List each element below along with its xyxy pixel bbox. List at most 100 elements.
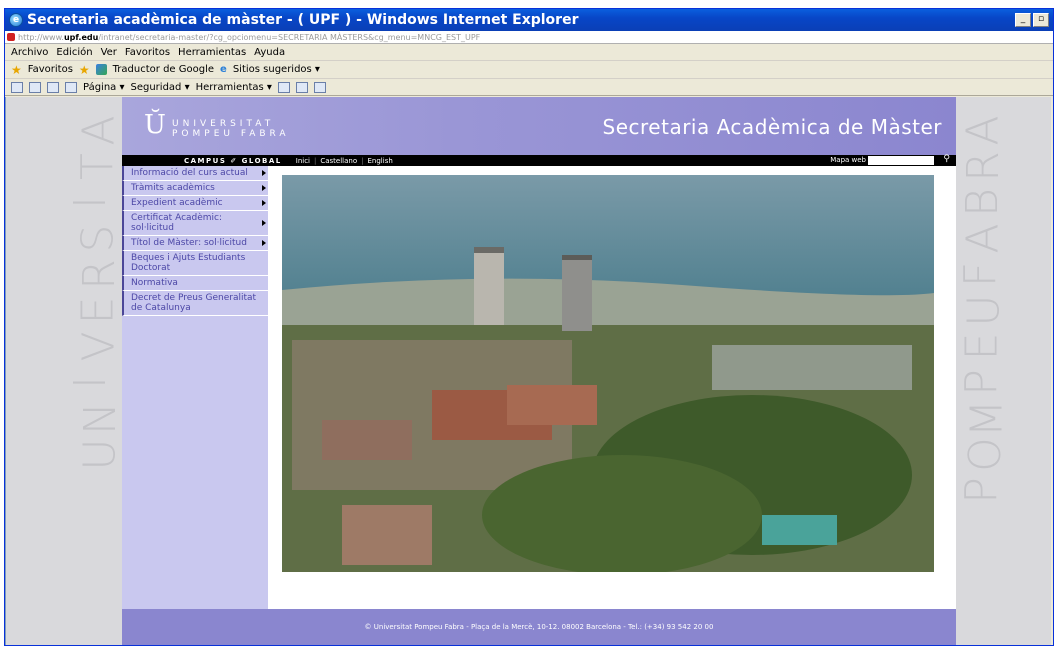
mail-icon[interactable] — [47, 81, 59, 93]
background-letter: T — [71, 153, 123, 180]
window-title: Secretaria acadèmica de màster - ( UPF )… — [27, 12, 579, 28]
sidebar-item[interactable]: Decret de Preus Generalitat de Catalunya — [122, 291, 268, 316]
address-bar[interactable]: http://www. upf.edu /intranet/secretaria… — [5, 31, 1053, 44]
search-icon[interactable]: ⚲ — [943, 154, 950, 164]
security-menu[interactable]: Seguridad ▾ — [131, 82, 190, 93]
nav-castellano[interactable]: Castellano — [320, 157, 357, 165]
nav-separator: | — [314, 156, 317, 165]
photo-illustration — [282, 175, 934, 572]
address-host: upf.edu — [63, 32, 99, 42]
add-favorite-icon[interactable]: ★ — [79, 63, 90, 77]
sidebar-item-label: Certificat Acadèmic: sol·licitud — [131, 213, 223, 233]
home-icon[interactable] — [11, 81, 23, 93]
background-letter: N — [74, 402, 126, 435]
logo-line2: POMPEU FABRA — [172, 129, 290, 139]
logo-line1: UNIVERSITAT — [172, 119, 275, 129]
maximize-button[interactable]: ▫ — [1033, 13, 1049, 27]
upf-logo-icon: Ŭ — [144, 110, 166, 140]
sidebar-item[interactable]: Títol de Màster: sol·licitud — [122, 236, 268, 251]
barcelona-aerial-photo — [282, 175, 934, 572]
sidebar-item[interactable]: Tràmits acadèmics — [122, 181, 268, 196]
background-letter: I — [64, 196, 116, 209]
background-letter: B — [956, 188, 1008, 217]
sidebar-item[interactable]: Certificat Acadèmic: sol·licitud — [122, 211, 268, 236]
background-letter: V — [73, 331, 125, 362]
tools-menu[interactable]: Herramientas ▾ — [196, 82, 272, 93]
background-letter: F — [955, 261, 1007, 288]
background-letter: P — [955, 477, 1007, 504]
background-letter: R — [957, 151, 1009, 182]
print-icon[interactable] — [65, 81, 77, 93]
minimize-button[interactable]: _ — [1015, 13, 1031, 27]
background-letter: M — [961, 399, 1013, 438]
nav-separator: | — [361, 156, 364, 165]
menu-edicion[interactable]: Edición — [56, 47, 92, 58]
upf-logo[interactable]: Ŭ UNIVERSITAT POMPEU FABRA — [144, 107, 290, 143]
search-input[interactable] — [868, 156, 934, 165]
back-icon[interactable] — [313, 81, 326, 93]
campus-global-link[interactable]: CAMPUS ✐ GLOBAL — [184, 157, 282, 165]
background-letter: P — [955, 369, 1007, 396]
submenu-arrow-icon — [262, 185, 266, 191]
favorites-button[interactable]: Favoritos — [28, 64, 73, 75]
title-bar[interactable]: e Secretaria acadèmica de màster - ( UPF… — [5, 9, 1053, 31]
sidebar-item[interactable]: Normativa — [122, 276, 268, 291]
menu-favoritos[interactable]: Favoritos — [125, 47, 170, 58]
page-menu[interactable]: Página ▾ — [83, 82, 125, 93]
background-letter: I — [64, 376, 116, 389]
sidebar-item-label: Normativa — [131, 278, 178, 288]
sidebar-item-label: Tràmits acadèmics — [131, 183, 215, 193]
address-path: /intranet/secretaria-master/?cg_opciomen… — [98, 32, 481, 42]
menu-archivo[interactable]: Archivo — [11, 47, 48, 58]
browser-window: e Secretaria acadèmica de màster - ( UPF… — [4, 8, 1054, 646]
feeds-icon[interactable] — [29, 81, 41, 93]
background-letter: A — [957, 115, 1009, 146]
background-letter: U — [74, 438, 126, 471]
sidebar-item[interactable]: Beques i Ajuts Estudiants Doctorat — [122, 251, 268, 276]
background-letter: U — [958, 294, 1010, 327]
page-viewport: ATISREVINU ARBAFUEPMOP Ŭ UNIVERSITAT POM… — [5, 97, 1051, 645]
background-letter: O — [959, 437, 1011, 472]
sidebar-item[interactable]: Expedient acadèmic — [122, 196, 268, 211]
page-icon — [7, 33, 15, 41]
favorites-star-icon[interactable]: ★ — [11, 63, 22, 77]
command-bar: Página ▾ Seguridad ▾ Herramientas ▾ — [5, 79, 1053, 96]
submenu-arrow-icon — [262, 220, 266, 226]
ie-icon: e — [9, 13, 23, 27]
sidebar-item-label: Títol de Màster: sol·licitud — [131, 238, 247, 248]
submenu-arrow-icon — [262, 200, 266, 206]
google-translate-icon — [95, 64, 107, 75]
sidebar-menu: Informació del curs actual Tràmits acadèm… — [122, 166, 268, 609]
sidebar-item-label: Decret de Preus Generalitat de Catalunya — [131, 293, 257, 313]
submenu-arrow-icon — [262, 240, 266, 246]
suggested-sites-link[interactable]: Sitios sugeridos ▾ — [233, 64, 320, 75]
sidebar-item-label: Expedient acadèmic — [131, 198, 223, 208]
suggested-sites-icon: e — [220, 64, 227, 75]
nav-english[interactable]: English — [368, 157, 393, 165]
background-letter: A — [957, 223, 1009, 254]
mapa-web-link[interactable]: Mapa web — [830, 156, 866, 164]
sidebar-item-label: Beques i Ajuts Estudiants Doctorat — [131, 253, 246, 273]
favorites-bar: ★ Favoritos ★ Traductor de Google e Siti… — [5, 61, 1053, 79]
page-content: Ŭ UNIVERSITAT POMPEU FABRA Secretaria Ac… — [122, 97, 956, 645]
background-letter: E — [956, 332, 1008, 361]
help-icon[interactable] — [277, 81, 290, 93]
background-letter: R — [73, 259, 125, 290]
background-letter: S — [72, 224, 124, 253]
menu-ver[interactable]: Ver — [101, 47, 117, 58]
top-nav: CAMPUS ✐ GLOBAL Inici | Castellano | Eng… — [122, 154, 956, 166]
address-prefix: http://www. — [18, 32, 64, 42]
background-letter: E — [72, 296, 124, 325]
sidebar-item[interactable]: Informació del curs actual — [122, 166, 268, 181]
menu-ayuda[interactable]: Ayuda — [254, 47, 285, 58]
page-footer: © Universitat Pompeu Fabra - Plaça de la… — [122, 609, 956, 645]
submenu-arrow-icon — [262, 170, 266, 176]
translator-link[interactable]: Traductor de Google — [113, 64, 214, 75]
site-title: Secretaria Acadèmica de Màster — [602, 115, 942, 139]
sidebar-item-label: Informació del curs actual — [131, 168, 248, 178]
nav-inici[interactable]: Inici — [296, 157, 310, 165]
menu-bar: Archivo Edición Ver Favoritos Herramient… — [5, 44, 1053, 61]
research-icon[interactable] — [295, 81, 308, 93]
background-letter: A — [73, 115, 125, 146]
menu-herramientas[interactable]: Herramientas — [178, 47, 246, 58]
